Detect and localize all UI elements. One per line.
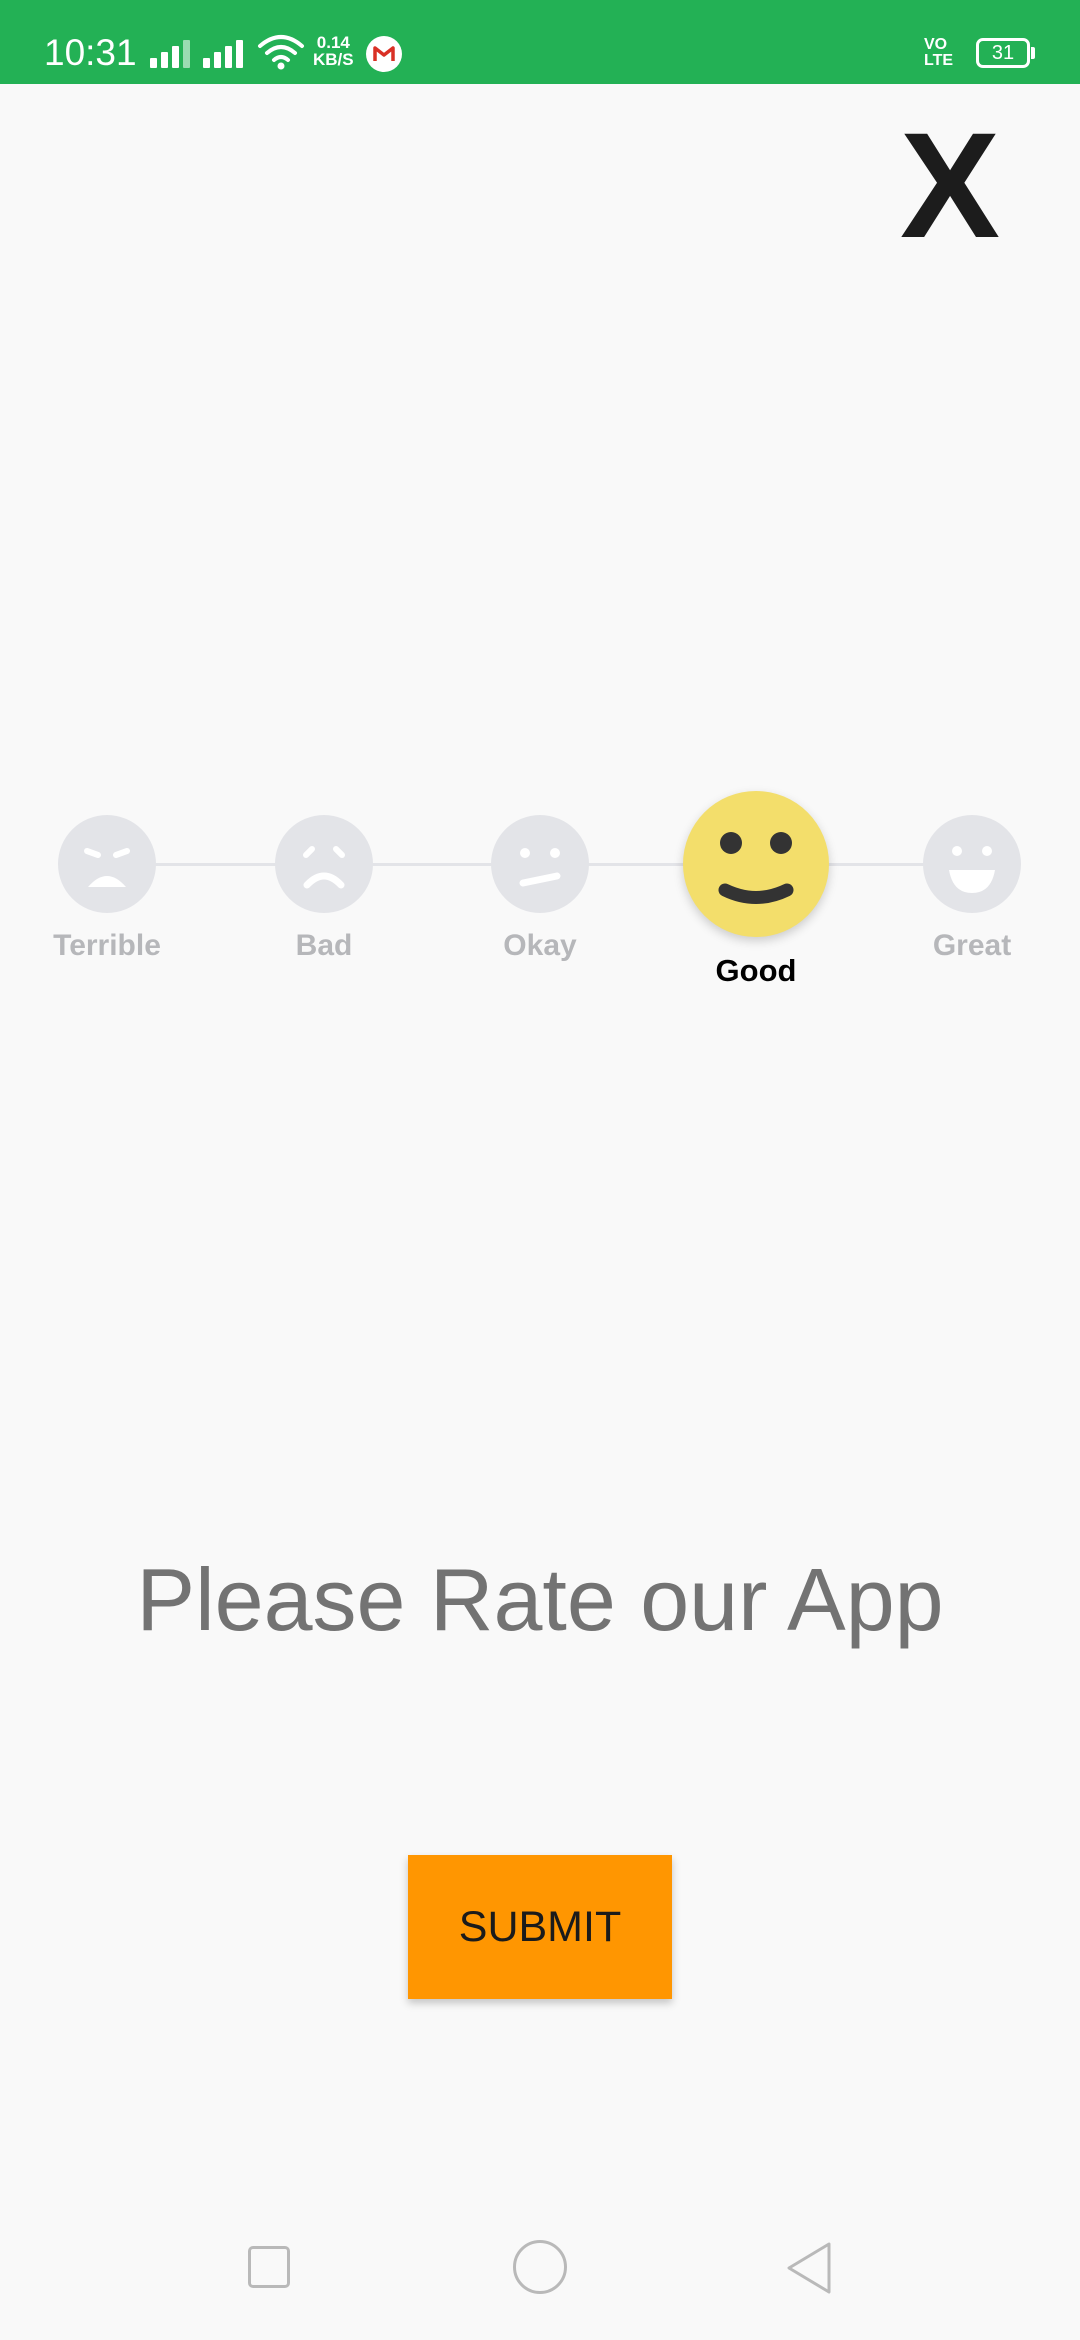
rating-prompt: Please Rate our App	[136, 1550, 944, 1649]
great-face-icon	[923, 815, 1021, 913]
wifi-icon	[258, 35, 304, 70]
network-speed-value: 0.14	[316, 33, 350, 52]
back-triangle-icon[interactable]	[784, 2240, 834, 2296]
rating-label-great: Great	[932, 929, 1012, 962]
rating-option-good[interactable]: Good	[683, 791, 831, 991]
bad-face-icon	[275, 815, 373, 913]
rating-option-terrible[interactable]: Terrible	[53, 815, 161, 975]
volte-indicator: VO LTE	[924, 36, 954, 69]
status-bar: 10:31 0.14 KB/S VO LTE 31	[0, 0, 1080, 84]
network-speed: 0.14 KB/S	[313, 34, 354, 68]
recents-square-icon[interactable]	[248, 2246, 290, 2288]
network-speed-unit: KB/S	[313, 50, 354, 69]
signal-strength-icon	[203, 36, 247, 68]
status-time: 10:31	[44, 32, 137, 73]
good-face-icon	[683, 791, 829, 937]
gmail-notification-icon	[366, 36, 402, 72]
rating-label-okay: Okay	[503, 929, 577, 962]
rating-label-good: Good	[715, 953, 797, 988]
rating-label-terrible: Terrible	[53, 929, 161, 962]
rating-option-great[interactable]: Great	[923, 815, 1023, 975]
terrible-face-icon	[58, 815, 156, 913]
signal-strength-icon	[150, 36, 194, 68]
battery-icon: 31	[976, 38, 1030, 68]
okay-face-icon	[491, 815, 589, 913]
rating-option-okay[interactable]: Okay	[491, 815, 591, 975]
home-circle-icon[interactable]	[513, 2240, 567, 2294]
submit-button[interactable]: SUBMIT	[408, 1855, 672, 1999]
rating-label-bad: Bad	[295, 929, 353, 962]
battery-tip	[1031, 47, 1035, 59]
close-button[interactable]: X	[890, 110, 1010, 260]
rating-option-bad[interactable]: Bad	[275, 815, 375, 975]
